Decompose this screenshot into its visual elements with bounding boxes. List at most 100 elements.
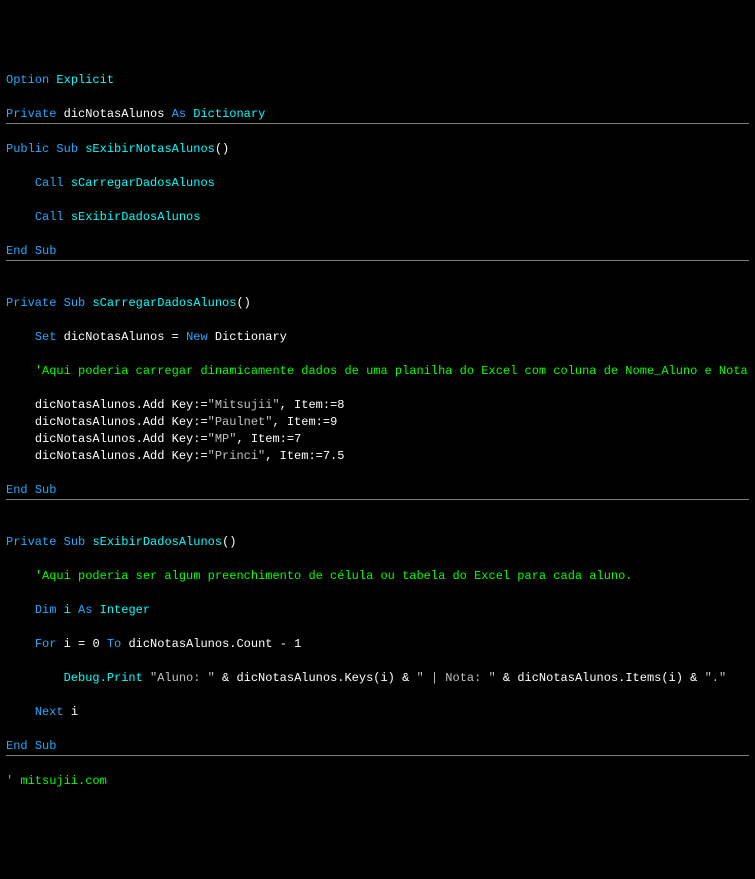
code-line: Private Sub sCarregarDadosAlunos()	[6, 296, 251, 310]
operator: =	[172, 330, 179, 344]
identifier: sCarregarDadosAlunos	[71, 176, 215, 190]
keyword: Private	[6, 107, 56, 121]
divider	[6, 260, 749, 261]
statement: , Item:=	[236, 432, 294, 446]
code-line: Public Sub sExibirNotasAlunos()	[6, 142, 229, 156]
type: Dictionary	[215, 330, 287, 344]
keyword: Call	[35, 210, 64, 224]
number: 0	[92, 637, 99, 651]
sub-name: sCarregarDadosAlunos	[92, 296, 236, 310]
keyword: To	[107, 637, 121, 651]
string: "."	[705, 671, 727, 685]
keyword: Explicit	[56, 73, 114, 87]
parens: ()	[236, 296, 250, 310]
divider	[6, 123, 749, 124]
keyword: End	[6, 483, 28, 497]
string: "Aluno: "	[150, 671, 215, 685]
keyword: Option	[6, 73, 49, 87]
statement: dicNotasAlunos.Add Key:=	[35, 415, 208, 429]
code-line: dicNotasAlunos.Add Key:="Mitsujii", Item…	[6, 398, 344, 412]
code-line: Call sExibirDadosAlunos	[6, 210, 200, 224]
comment: ' mitsujii.com	[6, 774, 107, 788]
keyword: Call	[35, 176, 64, 190]
number: 7	[294, 432, 301, 446]
identifier: i	[64, 603, 71, 617]
number: 9	[330, 415, 337, 429]
identifier: dicNotasAlunos.Items(i)	[517, 671, 683, 685]
code-line: End Sub	[6, 483, 56, 497]
sub-name: sExibirNotasAlunos	[85, 142, 215, 156]
operator: -	[280, 637, 287, 651]
divider	[6, 499, 749, 500]
keyword: As	[172, 107, 186, 121]
keyword: End	[6, 244, 28, 258]
keyword: End	[6, 739, 28, 753]
statement: dicNotasAlunos.Add Key:=	[35, 398, 208, 412]
code-line: dicNotasAlunos.Add Key:="MP", Item:=7	[6, 432, 301, 446]
keyword: Sub	[56, 142, 78, 156]
keyword: For	[35, 637, 57, 651]
keyword: Private	[6, 296, 56, 310]
parens: ()	[222, 535, 236, 549]
parens: ()	[215, 142, 229, 156]
keyword: Next	[35, 705, 64, 719]
keyword: Public	[6, 142, 49, 156]
code-line: dicNotasAlunos.Add Key:="Princi", Item:=…	[6, 449, 344, 463]
code-block: Option Explicit Private dicNotasAlunos A…	[6, 72, 749, 790]
keyword: Dim	[35, 603, 57, 617]
code-line: ' mitsujii.com	[6, 774, 107, 788]
identifier: i	[71, 705, 78, 719]
operator: &	[222, 671, 229, 685]
keyword: Sub	[64, 296, 86, 310]
identifier: dicNotasAlunos	[64, 107, 165, 121]
keyword: Set	[35, 330, 57, 344]
keyword: As	[78, 603, 92, 617]
comment: 'Aqui poderia ser algum preenchimento de…	[35, 569, 633, 583]
string: "Mitsujii"	[208, 398, 280, 412]
keyword: Sub	[35, 483, 57, 497]
statement: , Item:=	[272, 415, 330, 429]
keyword: Sub	[35, 244, 57, 258]
code-line: dicNotasAlunos.Add Key:="Paulnet", Item:…	[6, 415, 337, 429]
code-line: Dim i As Integer	[6, 603, 150, 617]
code-line: Next i	[6, 705, 78, 719]
identifier: Debug.Print	[64, 671, 143, 685]
number: 1	[294, 637, 301, 651]
code-line: For i = 0 To dicNotasAlunos.Count - 1	[6, 637, 301, 651]
divider	[6, 755, 749, 756]
code-line: Option Explicit	[6, 73, 114, 87]
code-line: Debug.Print "Aluno: " & dicNotasAlunos.K…	[6, 671, 726, 685]
code-line: 'Aqui poderia ser algum preenchimento de…	[6, 569, 633, 583]
string: " | Nota: "	[417, 671, 496, 685]
operator: =	[78, 637, 85, 651]
statement: dicNotasAlunos.Add Key:=	[35, 432, 208, 446]
keyword: New	[186, 330, 208, 344]
number: 7.5	[323, 449, 345, 463]
code-line: 'Aqui poderia carregar dinamicamente dad…	[6, 364, 748, 378]
string: "Princi"	[208, 449, 266, 463]
string: "Paulnet"	[208, 415, 273, 429]
operator: &	[503, 671, 510, 685]
keyword: Sub	[35, 739, 57, 753]
string: "MP"	[208, 432, 237, 446]
code-line: End Sub	[6, 244, 56, 258]
identifier: dicNotasAlunos.Keys(i)	[236, 671, 394, 685]
keyword: Private	[6, 535, 56, 549]
identifier: dicNotasAlunos.Count	[128, 637, 272, 651]
type: Integer	[100, 603, 150, 617]
code-line: Private Sub sExibirDadosAlunos()	[6, 535, 236, 549]
identifier: sExibirDadosAlunos	[71, 210, 201, 224]
number: 8	[337, 398, 344, 412]
comment: 'Aqui poderia carregar dinamicamente dad…	[35, 364, 748, 378]
code-line: Set dicNotasAlunos = New Dictionary	[6, 330, 287, 344]
identifier: i	[64, 637, 71, 651]
code-line: Call sCarregarDadosAlunos	[6, 176, 215, 190]
code-line: Private dicNotasAlunos As Dictionary	[6, 107, 265, 121]
operator: &	[402, 671, 409, 685]
code-line: End Sub	[6, 739, 56, 753]
keyword: Sub	[64, 535, 86, 549]
type: Dictionary	[193, 107, 265, 121]
statement: dicNotasAlunos.Add Key:=	[35, 449, 208, 463]
statement: , Item:=	[265, 449, 323, 463]
identifier: dicNotasAlunos	[64, 330, 165, 344]
